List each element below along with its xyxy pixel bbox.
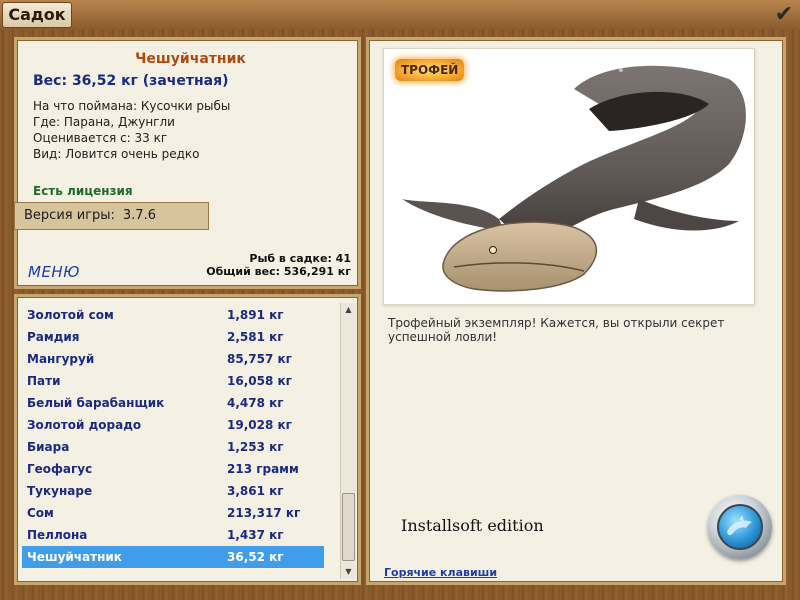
checkmark-icon[interactable]: ✔ bbox=[770, 3, 798, 27]
fish-list-name: Сом bbox=[27, 506, 54, 520]
caught-on: На что поймана: Кусочки рыбы bbox=[33, 99, 231, 113]
trophy-badge: ТРОФЕЙ bbox=[395, 59, 465, 81]
menu-button[interactable]: МЕНЮ bbox=[28, 263, 80, 281]
fish-list-weight: 3,861 кг bbox=[227, 484, 284, 498]
fish-photo: ТРОФЕЙ bbox=[383, 48, 755, 305]
scroll-thumb[interactable] bbox=[342, 493, 355, 561]
license-status: Есть лицензия bbox=[33, 184, 133, 198]
fish-list-name: Белый барабанщик bbox=[27, 396, 165, 410]
fish-list-name: Золотой сом bbox=[27, 308, 114, 322]
fish-list-name: Мангуруй bbox=[27, 352, 95, 366]
fish-list-weight: 16,058 кг bbox=[227, 374, 292, 388]
fish-list-name: Рамдия bbox=[27, 330, 80, 344]
trophy-description: Трофейный экземпляр! Кажется, вы открыли… bbox=[388, 316, 725, 344]
dolphin-icon bbox=[727, 515, 752, 536]
pond-stats: Рыб в садке: 41 Общий вес: 536,291 кг bbox=[206, 252, 351, 278]
fish-list-weight: 213,317 кг bbox=[227, 506, 301, 520]
fish-list-name: Геофагус bbox=[27, 462, 93, 476]
fish-list-weight: 85,757 кг bbox=[227, 352, 292, 366]
title-bar: Садок ✔ bbox=[0, 0, 800, 30]
fish-list-item[interactable]: Биара 1,253 кг bbox=[22, 436, 324, 458]
rarity: Вид: Ловится очень редко bbox=[33, 147, 200, 161]
fish-count: Рыб в садке: 41 bbox=[249, 252, 351, 265]
total-weight: Общий вес: 536,291 кг bbox=[206, 265, 351, 278]
fish-info-panel: Чешуйчатник Вес: 36,52 кг (зачетная) На … bbox=[14, 37, 361, 289]
fish-list-item[interactable]: Пеллона 1,437 кг bbox=[22, 524, 324, 546]
fish-list-panel: Золотой сом 1,891 кг Рамдия 2,581 кг Мангуру… bbox=[14, 294, 361, 585]
fish-list-item[interactable]: Мангуруй 85,757 кг bbox=[22, 348, 324, 370]
scroll-down-icon[interactable]: ▼ bbox=[341, 565, 356, 579]
fish-list-weight: 1,891 кг bbox=[227, 308, 284, 322]
version-value: 3.7.6 bbox=[122, 208, 156, 223]
fish-list-weight: 1,437 кг bbox=[227, 528, 284, 542]
fish-list-item[interactable]: Золотой дорадо 19,028 кг bbox=[22, 414, 324, 436]
fish-name: Чешуйчатник bbox=[135, 51, 246, 67]
fish-list-item[interactable]: Белый барабанщик 4,478 кг bbox=[22, 392, 324, 414]
fish-list-name: Золотой дорадо bbox=[27, 418, 142, 432]
porthole-glass bbox=[717, 504, 763, 550]
trophy-photo-panel: ТРОФЕЙ Трофейный экземпляр! Кажется, вы … bbox=[366, 37, 786, 585]
fish-list-weight: 213 грамм bbox=[227, 462, 299, 476]
fish-list-weight: 1,253 кг bbox=[227, 440, 284, 454]
fish-list-item[interactable]: Сом 213,317 кг bbox=[22, 502, 324, 524]
fish-list-item[interactable]: Золотой сом 1,891 кг bbox=[22, 304, 324, 326]
fish-list-item[interactable]: Пати 16,058 кг bbox=[22, 370, 324, 392]
window-title: Садок bbox=[2, 2, 72, 28]
fish-list-name: Биара bbox=[27, 440, 70, 454]
fish-list-weight: 2,581 кг bbox=[227, 330, 284, 344]
fish-list-name: Пати bbox=[27, 374, 61, 388]
lungfish-image bbox=[402, 65, 746, 292]
fish-list-weight: 19,028 кг bbox=[227, 418, 292, 432]
game-version: Версия игры: 3.7.6 bbox=[14, 202, 209, 230]
fish-list-name: Тукунаре bbox=[27, 484, 93, 498]
fish-list-item[interactable]: Тукунаре 3,861 кг bbox=[22, 480, 324, 502]
version-label: Версия игры: bbox=[24, 208, 115, 223]
list-scrollbar[interactable]: ▲ ▼ bbox=[340, 303, 356, 579]
fish-list-weight: 36,52 кг bbox=[227, 550, 284, 564]
rated-from: Оценивается с: 33 кг bbox=[33, 131, 168, 145]
fish-list-weight: 4,478 кг bbox=[227, 396, 284, 410]
fish-weight: Вес: 36,52 кг (зачетная) bbox=[33, 73, 229, 89]
fish-list-item[interactable]: Рамдия 2,581 кг bbox=[22, 326, 324, 348]
scroll-up-icon[interactable]: ▲ bbox=[341, 303, 356, 317]
location: Где: Парана, Джунгли bbox=[33, 115, 175, 129]
dolphin-porthole-icon[interactable] bbox=[708, 495, 772, 559]
hotkeys-link[interactable]: Горячие клавиши bbox=[384, 566, 497, 579]
fish-list-item[interactable]: Чешуйчатник 36,52 кг bbox=[22, 546, 324, 568]
fish-list-name: Пеллона bbox=[27, 528, 88, 542]
fish-list-item[interactable]: Геофагус 213 грамм bbox=[22, 458, 324, 480]
fish-list-name: Чешуйчатник bbox=[27, 550, 122, 564]
edition-label: Installsoft edition bbox=[401, 516, 544, 535]
